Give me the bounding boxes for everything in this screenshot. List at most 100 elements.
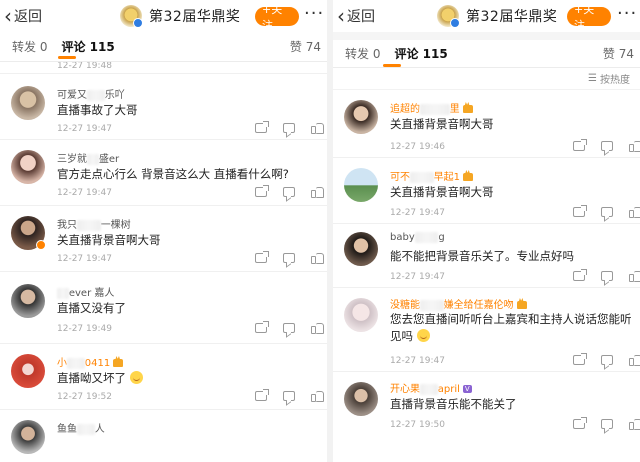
comment-text: 直播呦又坏了 bbox=[57, 370, 143, 386]
list-item: 小xxx0411 直播呦又坏了 12-27 19:52 bbox=[0, 344, 327, 410]
username[interactable]: 鱼鱼xxx人 bbox=[57, 420, 105, 435]
laughing-emoji-icon bbox=[129, 371, 143, 384]
avatar[interactable] bbox=[11, 284, 45, 318]
reply-icon[interactable] bbox=[283, 253, 295, 263]
share-icon[interactable] bbox=[255, 251, 269, 263]
tab-repost[interactable]: 转发 0 bbox=[12, 38, 47, 55]
sort-icon: ☰ bbox=[588, 73, 597, 84]
comment-text: 您去您直播间听听台上嘉宾和主持人说话您能听见吗 bbox=[390, 312, 632, 343]
tab-repost[interactable]: 转发 0 bbox=[345, 45, 380, 62]
more-options-icon[interactable]: ··· bbox=[304, 5, 324, 23]
share-icon[interactable] bbox=[255, 185, 269, 197]
comment-time: 12-27 19:48 bbox=[57, 62, 112, 71]
username[interactable]: 我只xxxx一棵树 bbox=[57, 216, 131, 231]
username[interactable]: 小xxx0411 bbox=[57, 354, 124, 369]
like-icon[interactable] bbox=[629, 354, 640, 366]
comment-actions bbox=[255, 251, 326, 264]
username[interactable]: 开心果xxxaprilV bbox=[390, 380, 472, 395]
share-icon[interactable] bbox=[573, 139, 587, 151]
reply-icon[interactable] bbox=[283, 323, 295, 333]
comment-time: 12-27 19:52 bbox=[57, 392, 112, 402]
share-icon[interactable] bbox=[255, 121, 269, 133]
avatar[interactable] bbox=[344, 232, 378, 266]
reply-icon[interactable] bbox=[283, 391, 295, 401]
username[interactable]: babyxxxxg bbox=[390, 232, 445, 243]
comment-time: 12-27 19:47 bbox=[57, 188, 112, 198]
page-title: 第32届华鼎奖 bbox=[466, 9, 558, 25]
list-item: xxever 嘉人 直播又没有了 12-27 19:49 1 bbox=[0, 272, 327, 344]
avatar[interactable] bbox=[11, 420, 45, 454]
reply-icon[interactable] bbox=[601, 271, 613, 281]
tab-comment[interactable]: 评论 115 bbox=[394, 45, 447, 62]
back-button[interactable]: ‹ 返回 bbox=[337, 6, 375, 26]
top-navigation-bar: ‹ 返回 第32届华鼎奖 +关注 ··· bbox=[0, 0, 327, 32]
tab-like[interactable]: 赞 74 bbox=[603, 45, 634, 62]
avatar[interactable] bbox=[11, 354, 45, 388]
follow-button[interactable]: +关注 bbox=[567, 3, 611, 32]
vip-badge-icon: V bbox=[462, 385, 472, 393]
reply-icon[interactable] bbox=[601, 207, 613, 217]
back-label: 返回 bbox=[14, 9, 42, 25]
share-icon[interactable] bbox=[255, 389, 269, 401]
back-chevron-icon: ‹ bbox=[337, 4, 345, 28]
comment-text: 官方走点心行么 背景音这么大 直播看什么啊? bbox=[57, 167, 289, 181]
like-icon[interactable] bbox=[311, 122, 324, 134]
list-item: 开心果xxxaprilV 直播背景音乐能不能关了 12-27 19:50 8 bbox=[333, 372, 640, 438]
sort-label: 按热度 bbox=[600, 75, 630, 86]
back-button[interactable]: ‹ 返回 bbox=[4, 6, 42, 26]
account-avatar bbox=[437, 5, 460, 28]
more-options-icon[interactable]: ··· bbox=[617, 5, 637, 23]
back-label: 返回 bbox=[347, 9, 375, 25]
comment-text: 直播背景音乐能不能关了 bbox=[390, 397, 517, 411]
avatar[interactable] bbox=[344, 100, 378, 134]
like-icon[interactable] bbox=[629, 140, 640, 152]
avatar[interactable] bbox=[344, 382, 378, 416]
like-icon[interactable] bbox=[629, 270, 640, 282]
share-icon[interactable] bbox=[573, 269, 587, 281]
avatar[interactable] bbox=[344, 168, 378, 202]
comment-text: 关直播背景音啊大哥 bbox=[57, 233, 161, 247]
reply-icon[interactable] bbox=[283, 187, 295, 197]
comment-text: 能不能把背景音乐关了。专业点好吗 bbox=[390, 249, 574, 263]
comment-actions: 1 bbox=[255, 321, 327, 334]
tab-comment[interactable]: 评论 115 bbox=[61, 38, 114, 55]
share-icon[interactable] bbox=[573, 353, 587, 365]
share-icon[interactable] bbox=[255, 321, 269, 333]
share-icon[interactable] bbox=[573, 205, 587, 217]
like-icon[interactable] bbox=[311, 322, 324, 334]
comment-actions bbox=[255, 185, 326, 198]
reply-icon[interactable] bbox=[601, 141, 613, 151]
reply-icon[interactable] bbox=[601, 355, 613, 365]
avatar[interactable] bbox=[11, 150, 45, 184]
like-icon[interactable] bbox=[629, 206, 640, 218]
sort-by-hot-button[interactable]: ☰ 按热度 bbox=[333, 68, 640, 90]
username[interactable]: xxever 嘉人 bbox=[57, 284, 114, 299]
reply-icon[interactable] bbox=[601, 419, 613, 429]
like-icon[interactable] bbox=[311, 252, 324, 264]
follow-button[interactable]: +关注 bbox=[255, 3, 299, 32]
comment-actions bbox=[573, 269, 640, 282]
list-item: 我只xxxx一棵树 关直播背景音啊大哥 12-27 19:47 bbox=[0, 206, 327, 272]
account-avatar bbox=[120, 5, 143, 28]
username[interactable]: 没糖能xxxx嫌全给任嘉伦吻 bbox=[390, 296, 527, 311]
comment-time: 12-27 19:50 bbox=[390, 420, 445, 430]
avatar[interactable] bbox=[11, 86, 45, 120]
comment-time: 12-27 19:47 bbox=[390, 272, 445, 282]
page-title: 第32届华鼎奖 bbox=[149, 9, 241, 25]
username[interactable]: 可不xxxx早起1 bbox=[390, 168, 474, 183]
tab-like[interactable]: 赞 74 bbox=[290, 38, 321, 55]
account-title[interactable]: 第32届华鼎奖 bbox=[437, 5, 558, 28]
reply-icon[interactable] bbox=[283, 123, 295, 133]
username[interactable]: 可爱又xxx乐吖 bbox=[57, 86, 125, 101]
account-title[interactable]: 第32届华鼎奖 bbox=[120, 5, 241, 28]
avatar[interactable] bbox=[344, 298, 378, 332]
like-icon[interactable] bbox=[311, 186, 324, 198]
username[interactable]: 追超的xxxxx里 bbox=[390, 100, 473, 115]
share-icon[interactable] bbox=[573, 417, 587, 429]
like-icon[interactable] bbox=[629, 418, 640, 430]
username[interactable]: 三岁就xx盛er bbox=[57, 150, 119, 165]
like-icon[interactable] bbox=[311, 390, 324, 402]
verified-badge-icon bbox=[36, 240, 46, 250]
smile-emoji-icon bbox=[416, 329, 430, 342]
comment-time: 12-27 19:46 bbox=[390, 142, 445, 152]
